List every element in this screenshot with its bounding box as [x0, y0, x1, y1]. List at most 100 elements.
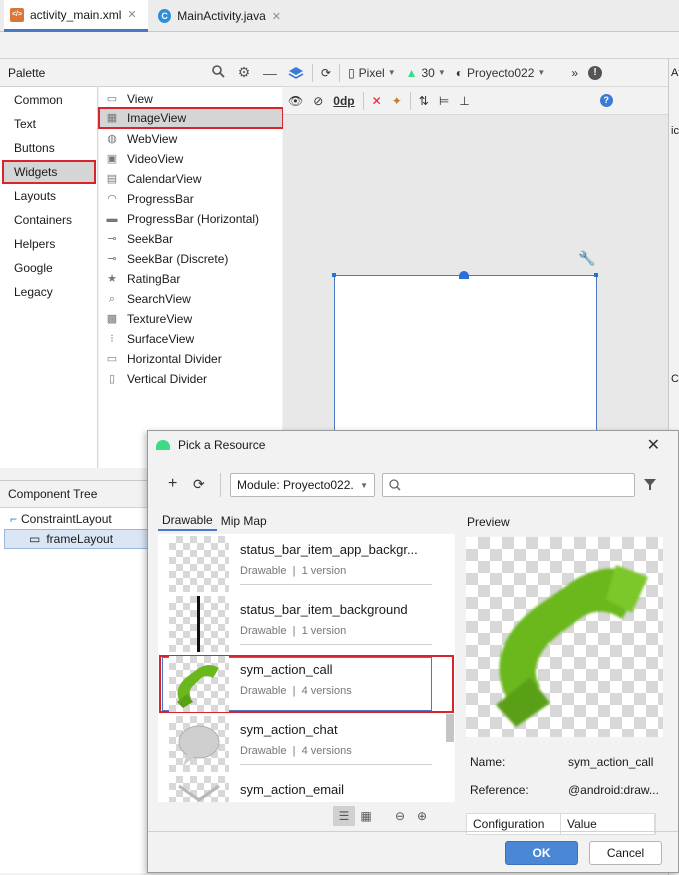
- close-icon[interactable]: ✕: [127, 8, 136, 21]
- widget-textureview[interactable]: ▩ TextureView: [105, 309, 192, 329]
- close-icon[interactable]: ✕: [647, 435, 660, 455]
- magnet-off-icon[interactable]: ⊘: [308, 94, 328, 108]
- grid-view-icon[interactable]: ▦: [355, 806, 377, 826]
- reference-label: Reference:: [470, 783, 529, 797]
- resource-search-input[interactable]: [382, 473, 635, 497]
- add-icon[interactable]: +: [168, 475, 177, 493]
- attributes-row: C: [671, 373, 679, 385]
- warning-icon[interactable]: !: [583, 65, 607, 80]
- tab-activity-main-xml[interactable]: </> activity_main.xml ✕: [4, 0, 148, 32]
- guidelines-icon[interactable]: ⊥: [454, 94, 474, 108]
- list-item-selected[interactable]: sym_action_call Drawable | 4 versions: [158, 654, 455, 714]
- theme-selector[interactable]: ◐ Proyecto022 ▼: [451, 66, 551, 80]
- widget-label: WebView: [127, 132, 178, 146]
- image-icon: ▦: [106, 112, 118, 124]
- category-buttons[interactable]: Buttons: [3, 137, 95, 159]
- widget-webview[interactable]: ◍ WebView: [105, 129, 177, 149]
- view-icon: ▭: [106, 93, 118, 105]
- texture-icon: ▩: [106, 313, 118, 325]
- category-common[interactable]: Common: [3, 89, 95, 111]
- refresh-icon[interactable]: ⟳: [193, 476, 205, 493]
- list-view-icon[interactable]: ☰: [333, 806, 355, 826]
- category-text[interactable]: Text: [3, 113, 95, 135]
- component-tree-header: Component Tree: [0, 480, 148, 508]
- minimize-icon[interactable]: —: [257, 65, 283, 81]
- search-icon[interactable]: [205, 64, 231, 81]
- progress-bar-icon: ▬: [106, 213, 118, 225]
- wrench-icon[interactable]: 🔧: [578, 250, 595, 267]
- api-selector[interactable]: ▲ 30 ▼: [401, 66, 451, 80]
- device-label: Pixel: [358, 65, 385, 80]
- widget-seekbar-discrete[interactable]: ⊸ SeekBar (Discrete): [105, 249, 228, 269]
- resource-meta: Drawable | 1 version: [240, 565, 347, 577]
- tab-drawable[interactable]: Drawable: [158, 511, 217, 531]
- resize-handle[interactable]: [594, 273, 598, 277]
- widget-label: ProgressBar (Horizontal): [127, 212, 260, 226]
- resource-type: Drawable: [240, 565, 287, 577]
- resource-thumbnail: [169, 596, 229, 652]
- widget-progressbar[interactable]: ◠ ProgressBar: [105, 189, 194, 209]
- constraint-anchor[interactable]: [459, 271, 469, 279]
- list-item[interactable]: status_bar_item_app_backgr... Drawable |…: [158, 534, 455, 594]
- resource-name: status_bar_item_background: [240, 602, 408, 617]
- tab-mipmap[interactable]: Mip Map: [217, 512, 271, 530]
- widget-imageview[interactable]: ▦ ImageView: [98, 107, 284, 129]
- category-legacy[interactable]: Legacy: [3, 281, 95, 303]
- category-google[interactable]: Google: [3, 257, 95, 279]
- resize-handle[interactable]: [332, 273, 336, 277]
- editor-subheader: [0, 33, 679, 59]
- list-item[interactable]: sym_action_chat Drawable | 4 versions: [158, 714, 455, 774]
- tree-item-constraintlayout[interactable]: ⌐ ConstraintLayout: [10, 509, 112, 529]
- resource-thumbnail: [169, 536, 229, 592]
- category-widgets[interactable]: Widgets: [2, 160, 96, 184]
- list-scrollbar[interactable]: [446, 714, 454, 742]
- resource-name: status_bar_item_app_backgr...: [240, 542, 418, 557]
- widget-searchview[interactable]: ⌕ SearchView: [105, 289, 191, 309]
- widget-seekbar[interactable]: ⊸ SeekBar: [105, 229, 173, 249]
- align-icon[interactable]: ⊨: [434, 94, 454, 108]
- category-containers[interactable]: Containers: [3, 209, 95, 231]
- category-helpers[interactable]: Helpers: [3, 233, 95, 255]
- widget-progressbar-horizontal[interactable]: ▬ ProgressBar (Horizontal): [105, 209, 260, 229]
- gear-icon[interactable]: ⚙: [231, 64, 257, 81]
- reference-value: @android:draw...: [568, 783, 659, 797]
- device-selector[interactable]: ▯ Pixel ▼: [343, 66, 401, 80]
- tree-item-label: frameLayout: [46, 532, 114, 546]
- infer-constraints-icon[interactable]: ✦: [387, 94, 407, 108]
- widget-ratingbar[interactable]: ★ RatingBar: [105, 269, 180, 289]
- widget-vertical-divider[interactable]: ▯ Vertical Divider: [105, 369, 207, 389]
- default-margin[interactable]: 0dp: [328, 94, 359, 108]
- tab-label: activity_main.xml: [30, 7, 122, 22]
- ok-button[interactable]: OK: [505, 841, 578, 865]
- pick-resource-dialog: Pick a Resource ✕ + ⟳ Module: Proyecto02…: [147, 430, 679, 873]
- widget-view[interactable]: ▭ View: [105, 89, 153, 109]
- filter-icon[interactable]: [643, 477, 657, 494]
- theme-label: Proyecto022: [467, 65, 535, 80]
- close-icon[interactable]: ✕: [272, 10, 281, 23]
- orientation-icon[interactable]: ⟳: [316, 66, 336, 80]
- phone-call-icon: [177, 665, 219, 708]
- widget-calendarview[interactable]: ▤ CalendarView: [105, 169, 202, 189]
- palette-header: Palette ⚙ —: [0, 59, 283, 87]
- widget-label: ImageView: [127, 111, 187, 125]
- cancel-button[interactable]: Cancel: [589, 841, 662, 865]
- module-dropdown[interactable]: Module: Proyecto022. ▼: [230, 473, 375, 497]
- list-item[interactable]: sym_action_email: [158, 774, 455, 802]
- palette-categories: Common Text Buttons Widgets Layouts Cont…: [0, 87, 98, 468]
- category-layouts[interactable]: Layouts: [3, 185, 95, 207]
- eye-icon[interactable]: 👁: [283, 94, 308, 108]
- list-item[interactable]: status_bar_item_background Drawable | 1 …: [158, 594, 455, 654]
- layers-icon[interactable]: [283, 66, 309, 80]
- zoom-out-icon[interactable]: ⊖: [389, 806, 411, 826]
- zoom-in-icon[interactable]: ⊕: [411, 806, 433, 826]
- overflow-icon[interactable]: »: [566, 66, 583, 80]
- help-icon[interactable]: ?: [595, 94, 618, 107]
- search-icon: ⌕: [108, 293, 116, 305]
- tree-item-framelayout[interactable]: ▭ frameLayout: [4, 529, 148, 549]
- widget-horizontal-divider[interactable]: ▭ Horizontal Divider: [105, 349, 222, 369]
- widget-videoview[interactable]: ▣ VideoView: [105, 149, 183, 169]
- tab-main-activity-java[interactable]: C MainActivity.java ✕: [152, 0, 287, 32]
- clear-constraints-icon[interactable]: ✕: [367, 94, 387, 108]
- widget-surfaceview[interactable]: ⁝ SurfaceView: [105, 329, 194, 349]
- pack-icon[interactable]: ⇅: [414, 94, 434, 108]
